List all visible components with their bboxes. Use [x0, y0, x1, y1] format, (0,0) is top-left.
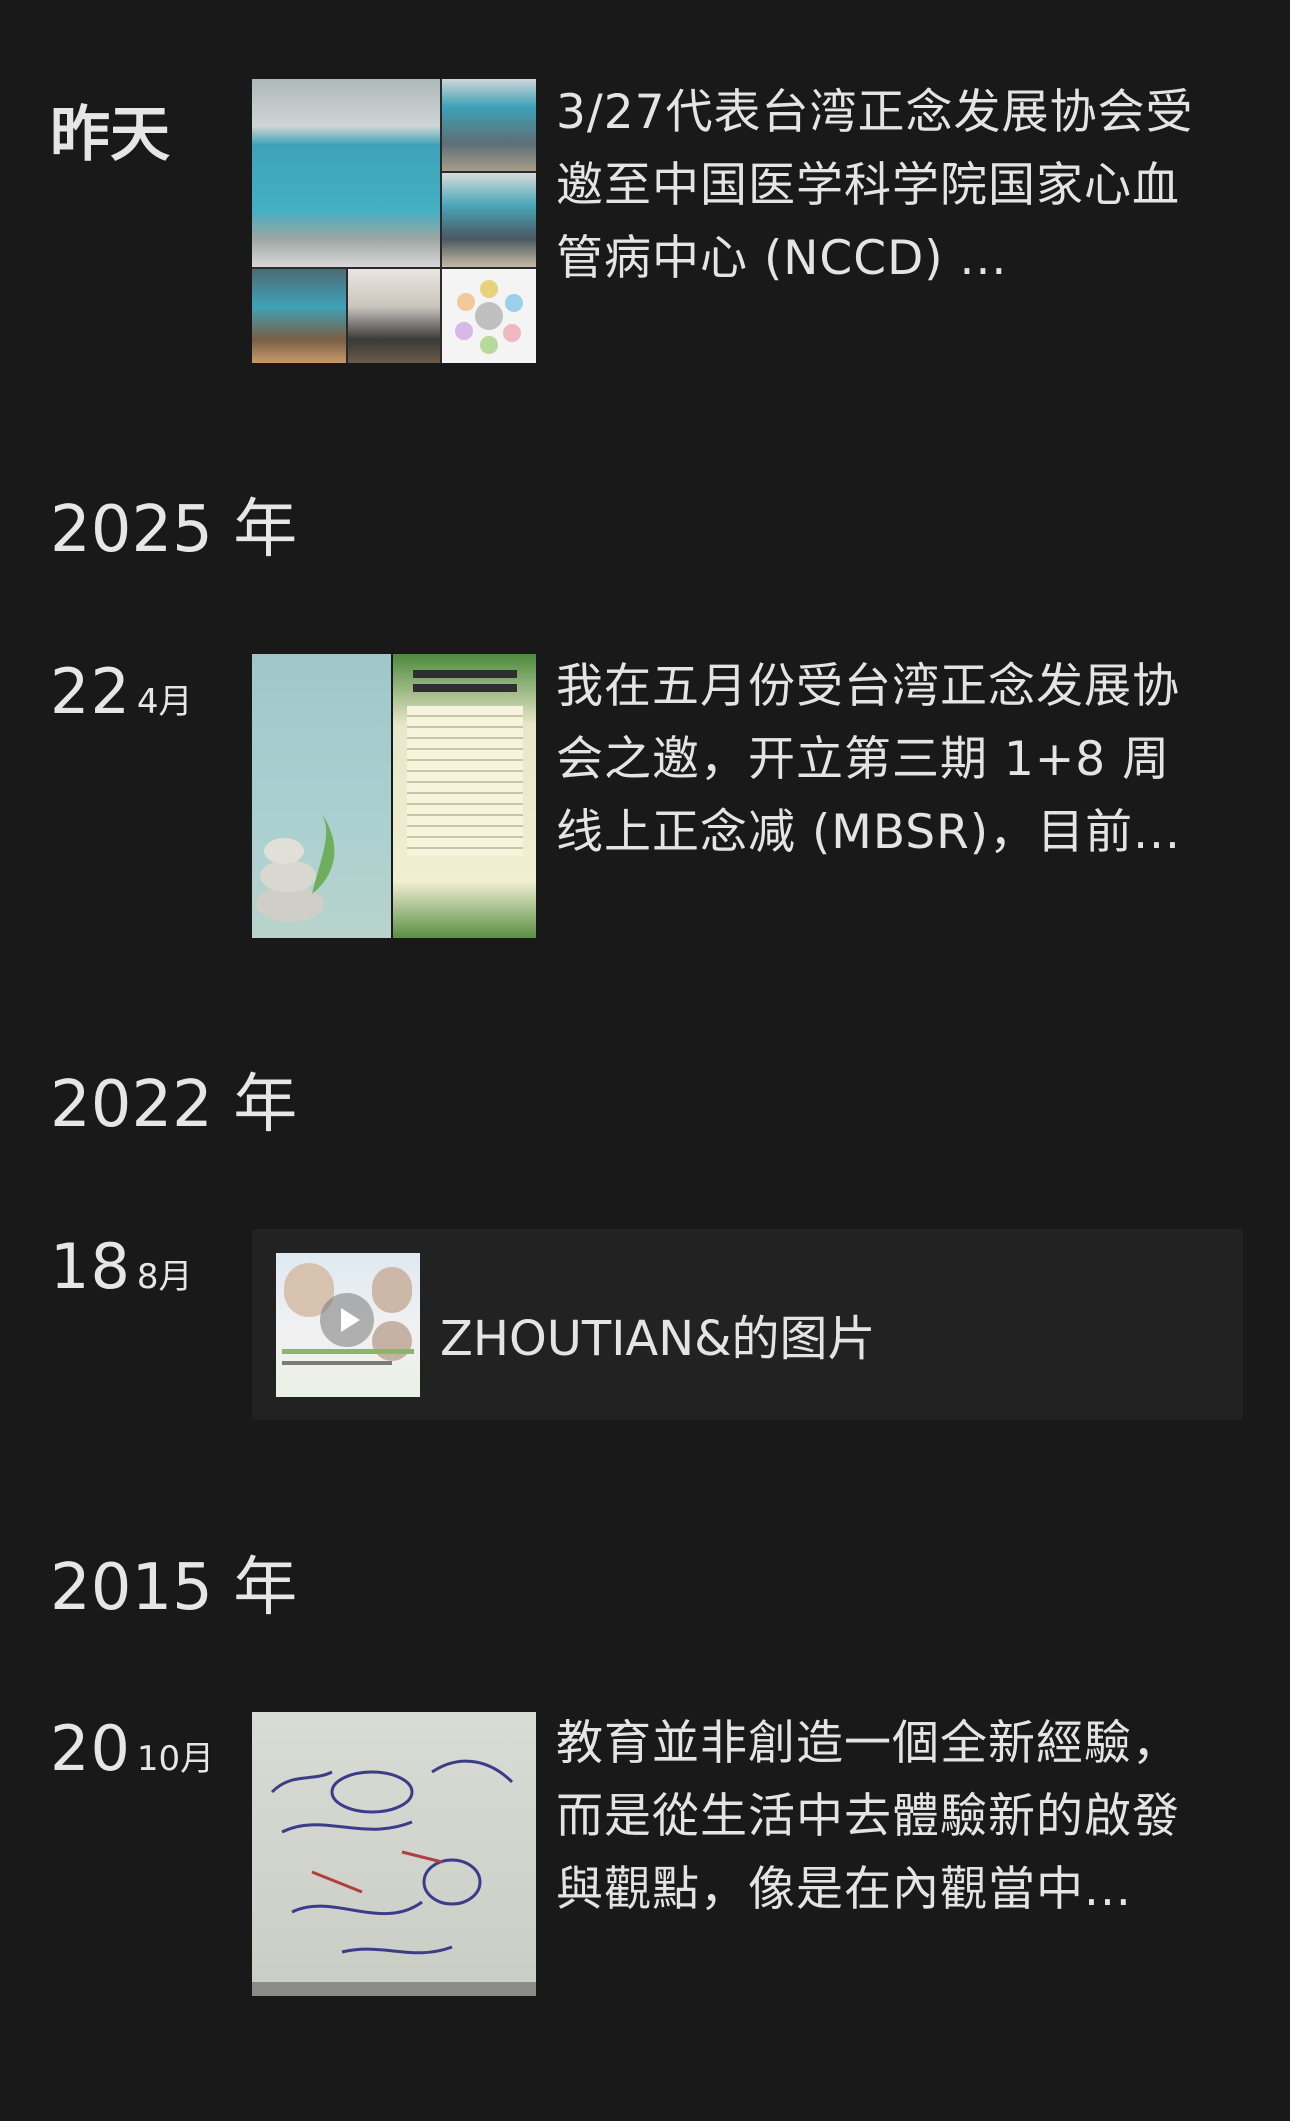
year-heading: 2015 年: [50, 1551, 298, 1625]
shared-link-card[interactable]: ZHOUTIAN&的图片: [252, 1229, 1243, 1420]
post-date: 20 10月: [50, 1712, 214, 1785]
thumbnail-photo-2: [393, 654, 536, 938]
post-text[interactable]: 3/27代表台湾正念发展协会受邀至中国医学科学院国家心血管病中心 (NCCD) …: [556, 76, 1216, 295]
date-label-yesterday: 昨天: [50, 100, 170, 170]
post-month: 4月: [136, 682, 193, 722]
collage-photo-5: [348, 269, 440, 363]
collage-photo-2: [442, 79, 536, 171]
post-thumbnail-collage[interactable]: [252, 79, 536, 363]
collage-photo-6: [442, 269, 536, 363]
post-day: 20: [50, 1712, 131, 1785]
thumbnail-photo-1: [252, 654, 391, 938]
card-video-thumbnail[interactable]: [276, 1253, 420, 1397]
post-day: 22: [50, 655, 131, 728]
post-date: 18 8月: [50, 1230, 193, 1303]
post-date: 22 4月: [50, 655, 193, 728]
card-title[interactable]: ZHOUTIAN&的图片: [440, 1299, 876, 1369]
post-day: 18: [50, 1230, 131, 1303]
post-thumbnail-whiteboard[interactable]: [252, 1712, 536, 1996]
post-text[interactable]: 我在五月份受台湾正念发展协会之邀，开立第三期 1+8 周线上正念减 (MBSR)…: [556, 650, 1216, 869]
play-icon[interactable]: [320, 1293, 374, 1347]
post-text[interactable]: 教育並非創造一個全新經驗，而是從生活中去體驗新的啟發與觀點，像是在內觀當中...: [556, 1707, 1216, 1926]
year-heading: 2025 年: [50, 493, 298, 567]
post-month: 10月: [136, 1739, 215, 1779]
collage-photo-1: [252, 79, 440, 267]
collage-photo-4: [252, 269, 346, 363]
post-thumbnail-pair[interactable]: [252, 654, 536, 938]
collage-photo-3: [442, 173, 536, 267]
year-heading: 2022 年: [50, 1068, 298, 1142]
post-month: 8月: [136, 1257, 193, 1297]
